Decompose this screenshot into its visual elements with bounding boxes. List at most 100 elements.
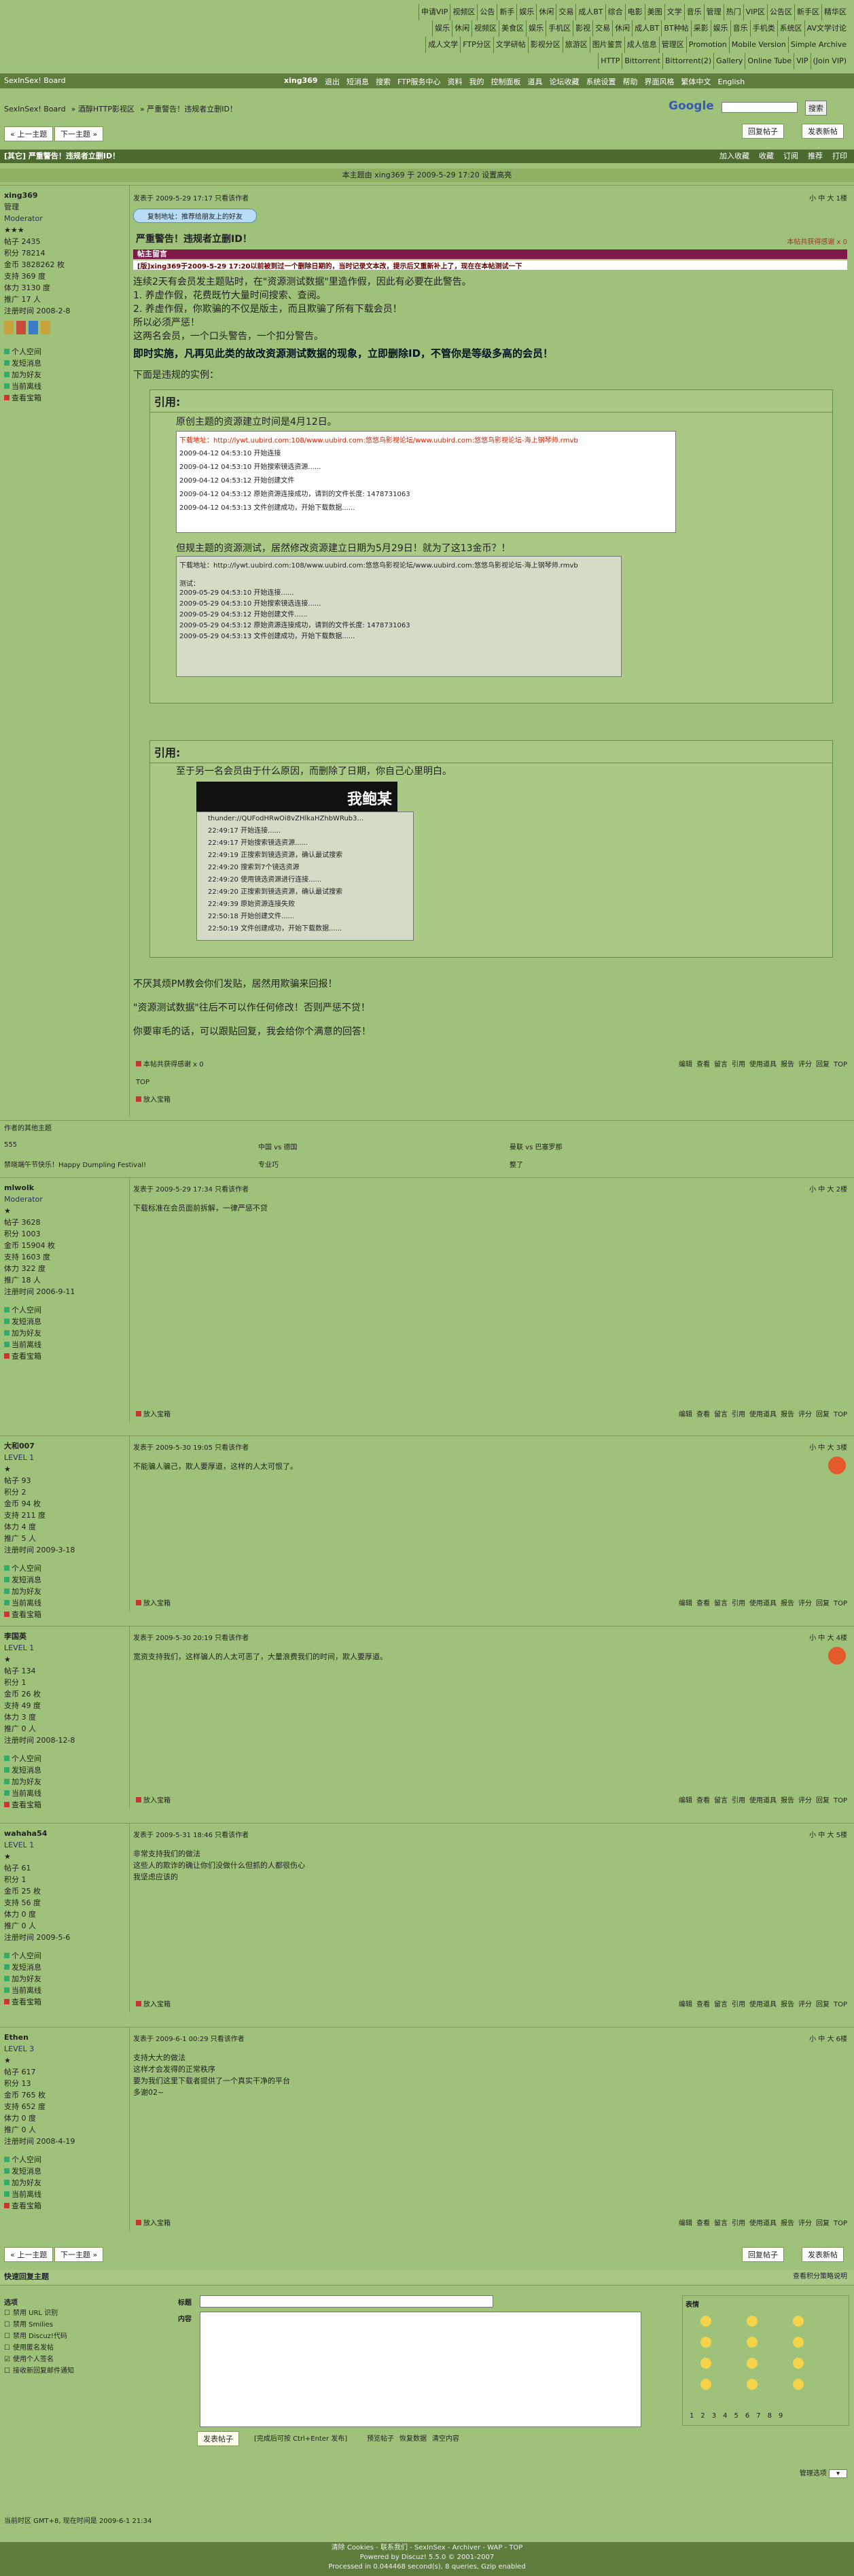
smiley-page[interactable]: 6 [745,2412,749,2420]
content-textarea[interactable] [200,2312,641,2427]
post-action[interactable]: 评分 [798,1797,812,1805]
post-action[interactable]: 查看 [696,1061,710,1068]
author-link[interactable]: 当前离线 [4,1985,126,1996]
top-link[interactable]: 文学研帖 [493,37,528,53]
smiley-icon[interactable] [700,2337,711,2348]
post-action[interactable]: 编辑 [679,2220,692,2227]
next-thread-link[interactable]: 下一主题 » [54,126,104,141]
inbox-link[interactable]: 放入宝箱 [136,1794,171,1805]
search-input[interactable] [722,102,798,113]
option-item[interactable]: ☑ 使用个人签名 [4,2354,74,2365]
top-link[interactable]: 新手区 [794,4,821,20]
font-size-switch[interactable]: 小 中 大 1楼 [809,192,847,203]
board-name[interactable]: SexInSex! Board [4,76,66,85]
top-link[interactable]: 交易 [556,4,575,20]
current-user[interactable]: xing369 [284,76,318,85]
author-link[interactable]: 查看宝箱 [4,1996,126,2008]
top-link[interactable]: 文学 [664,4,684,20]
post-action[interactable]: 留言 [714,2220,728,2227]
navbar-item[interactable]: English [718,77,745,86]
post-action[interactable]: 编辑 [679,1797,692,1805]
thread-tool[interactable]: 加入收藏 [719,152,749,160]
related-item[interactable]: 中国 vs 德国 [258,1141,298,1151]
navbar-item[interactable]: 道具 [528,77,543,86]
top-link[interactable]: 交易 [592,20,612,37]
top-link[interactable]: 热门 [723,4,743,20]
post-action[interactable]: 回复 [816,1600,830,1607]
download-link[interactable]: 下载地址：http://lywt.uubird.com:108/www.uubi… [177,432,675,447]
author-link[interactable]: 发短消息 [4,358,126,369]
top-link[interactable]: AV文学讨论 [804,20,849,37]
post-action[interactable]: 报告 [781,2001,794,2008]
author-link[interactable]: 个人空间 [4,1950,126,1962]
inbox-link[interactable]: 放入宝箱 [136,2217,171,2227]
new-post-button-bottom[interactable]: 发表新帖 [802,2247,844,2262]
top-link[interactable]: 公告区 [767,4,794,20]
post-action[interactable]: 查看 [696,1600,710,1607]
post-action[interactable]: 报告 [781,1411,794,1418]
related-item[interactable]: 整了 [510,1159,523,1169]
top-link[interactable]: Mobile Version [728,37,788,53]
author-link[interactable]: 加为好友 [4,369,126,381]
smiley-icon[interactable] [793,2358,804,2369]
top-link[interactable]: 采影 [690,20,711,37]
author-link[interactable]: 加为好友 [4,1327,126,1339]
thread-tool[interactable]: 订阅 [783,152,798,160]
navbar-item[interactable]: 繁体中文 [681,77,711,86]
font-size-switch[interactable]: 小 中 大 3楼 [809,1442,847,1452]
form-link[interactable]: 清空内容 [432,2435,459,2443]
option-checkbox[interactable]: ☑ [4,2356,10,2363]
smiley-page[interactable]: 5 [734,2412,739,2420]
post-action[interactable]: 报告 [781,1061,794,1068]
author-link[interactable]: 查看宝箱 [4,2200,126,2212]
post-action[interactable]: 使用道具 [749,1600,777,1607]
post-action[interactable]: TOP [834,2220,847,2227]
font-size-switch[interactable]: 小 中 大 6楼 [809,2033,847,2043]
option-item[interactable]: ☐ 禁用 Smilies [4,2319,74,2331]
top-link[interactable]: 娱乐 [516,4,536,20]
prev-thread-link-bottom[interactable]: « 上一主题 [4,2247,54,2262]
post-action[interactable]: 报告 [781,1797,794,1805]
post-action[interactable]: 引用 [732,2220,745,2227]
smiley-icon[interactable] [700,2358,711,2369]
author-name[interactable]: xing369 [4,190,126,201]
option-item[interactable]: ☐ 禁用 Discuz!代码 [4,2331,74,2342]
top-link[interactable]: 音乐 [683,4,704,20]
option-checkbox[interactable]: ☐ [4,2321,10,2329]
form-link[interactable]: 恢复数据 [399,2435,427,2443]
top-link[interactable]: Gallery [713,53,745,69]
reply-button[interactable]: 回复帖子 [742,124,784,139]
prev-thread-link[interactable]: « 上一主题 [4,126,54,141]
author-name[interactable]: Ethen [4,2032,126,2043]
post-action[interactable]: 编辑 [679,1411,692,1418]
author-link[interactable]: 发短消息 [4,1764,126,1776]
thread-tool[interactable]: 打印 [832,152,847,160]
breadcrumb-item[interactable]: SexInSex! Board [4,105,66,114]
smiley-icon[interactable] [700,2379,711,2390]
related-item[interactable]: 曼联 vs 巴塞罗那 [510,1141,563,1151]
top-link[interactable]: 休闲 [612,20,632,37]
top-link[interactable]: 成人BT [575,4,605,20]
post-action[interactable]: 回复 [816,1061,830,1068]
top-link[interactable]: (Join VIP) [810,53,849,69]
author-link[interactable]: 发短消息 [4,2165,126,2177]
post-action[interactable]: 编辑 [679,1061,692,1068]
smiley-icon[interactable] [747,2358,758,2369]
post-action[interactable]: 使用道具 [749,2001,777,2008]
author-name[interactable]: mlwolk [4,1182,126,1194]
post-action[interactable]: 使用道具 [749,1061,777,1068]
author-name[interactable]: 大和007 [4,1440,126,1452]
post-action[interactable]: 回复 [816,2220,830,2227]
top-link[interactable]: 视频区 [472,20,499,37]
top-link[interactable]: 音乐 [730,20,750,37]
top-link[interactable]: 公告 [477,4,497,20]
post-action[interactable]: 留言 [714,2001,728,2008]
top-link[interactable]: 系统区 [777,20,804,37]
new-post-button[interactable]: 发表新帖 [802,124,844,139]
post-action[interactable]: 留言 [714,1061,728,1068]
author-link[interactable]: 发短消息 [4,1962,126,1973]
smiley-page[interactable]: 9 [779,2412,783,2420]
post-action[interactable]: 引用 [732,1797,745,1805]
author-link[interactable]: 加为好友 [4,2177,126,2189]
author-link[interactable]: 查看宝箱 [4,1351,126,1362]
